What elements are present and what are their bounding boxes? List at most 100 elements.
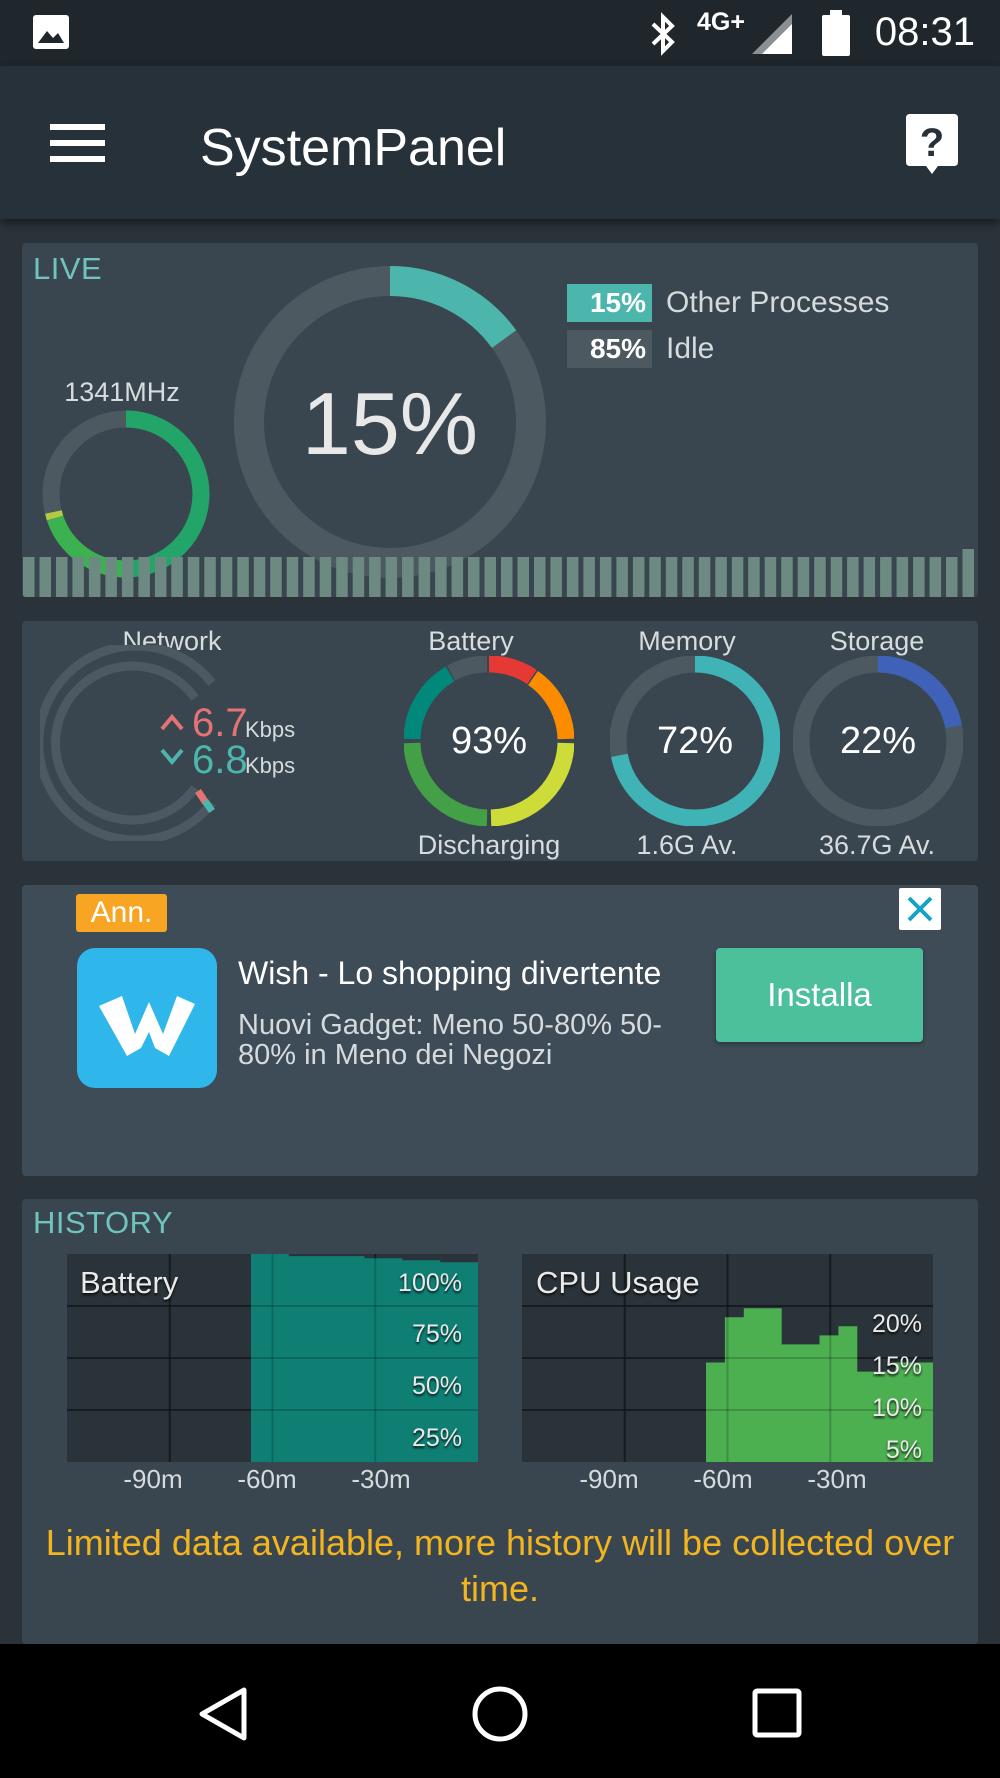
cpu-history-bar bbox=[253, 557, 266, 597]
cpu-history-bar bbox=[781, 557, 793, 597]
legend-idle-value: 85% bbox=[567, 330, 652, 368]
bluetooth-icon bbox=[651, 12, 675, 56]
cpu-history-bar bbox=[616, 557, 628, 597]
cpu-history-bar bbox=[237, 557, 249, 597]
battery-y-tick: 100% bbox=[398, 1269, 462, 1297]
cpu-history-bar bbox=[369, 557, 381, 597]
battery-chart-title: Battery bbox=[80, 1265, 179, 1300]
cpu-history-bar bbox=[863, 557, 876, 597]
cpu-history-bar bbox=[632, 557, 645, 597]
cpu-history-bar bbox=[23, 557, 35, 597]
cpu-history-bar bbox=[187, 557, 200, 597]
cpu-history-bar bbox=[814, 557, 826, 597]
cpu-history-bar bbox=[731, 557, 744, 597]
cpu-history-bar bbox=[929, 557, 942, 597]
cpu-frequency: 1341MHz bbox=[64, 377, 180, 407]
cpu-history-bar bbox=[220, 557, 233, 597]
cpu-history-bar bbox=[830, 557, 843, 597]
cpu-history-bar bbox=[468, 557, 480, 597]
cpu-history-bar bbox=[418, 557, 431, 597]
cpu-history-bar bbox=[913, 557, 925, 597]
storage-available: 36.7G Av. bbox=[818, 830, 936, 860]
cpu-history-bar bbox=[715, 557, 727, 597]
memory-label: Memory bbox=[638, 626, 736, 656]
install-button[interactable]: Installa bbox=[716, 948, 923, 1042]
download-arrow-icon bbox=[160, 748, 184, 766]
cpu-history-bar bbox=[451, 557, 464, 597]
cpu-history-bar bbox=[583, 557, 595, 597]
close-icon[interactable] bbox=[899, 888, 941, 930]
battery-x-tick: -60m bbox=[237, 1464, 297, 1494]
cpu-history-bar bbox=[72, 557, 84, 597]
memory-percent: 72% bbox=[656, 720, 734, 762]
cpu-history-bar bbox=[566, 557, 579, 597]
ad-title[interactable]: Wish - Lo shopping divertente bbox=[238, 955, 661, 992]
menu-icon[interactable] bbox=[50, 124, 105, 164]
cpu-history-bar bbox=[517, 557, 529, 597]
battery-y-tick: 75% bbox=[411, 1320, 462, 1348]
app-bar: SystemPanel ? bbox=[0, 66, 1000, 219]
cpu-history-bar bbox=[946, 557, 958, 597]
cpu-history-bar bbox=[171, 557, 183, 597]
network-type: 4G+ bbox=[697, 8, 745, 36]
cpu-y-tick: 10% bbox=[871, 1394, 922, 1422]
legend-idle-label: Idle bbox=[666, 332, 715, 365]
legend-other-value: 15% bbox=[567, 284, 652, 322]
cpu-history-bar bbox=[665, 557, 678, 597]
cpu-history-bar bbox=[896, 557, 909, 597]
battery-y-tick: 25% bbox=[411, 1424, 462, 1452]
cpu-y-tick: 15% bbox=[871, 1352, 922, 1380]
cpu-history-bar bbox=[138, 557, 150, 597]
cpu-history-bar bbox=[319, 557, 332, 597]
cpu-history-bar bbox=[88, 557, 101, 597]
live-label: LIVE bbox=[33, 251, 103, 286]
cpu-history-bar bbox=[698, 557, 711, 597]
battery-percent: 93% bbox=[450, 720, 528, 762]
cpu-history-bar bbox=[649, 557, 661, 597]
status-bar: 4G+ 08:31 bbox=[0, 0, 1000, 66]
cpu-history-bar bbox=[550, 557, 562, 597]
live-card: LIVE 1341MHz 15% 15% Other Processes 85%… bbox=[22, 243, 978, 597]
cpu-history-bar bbox=[599, 557, 612, 597]
legend-other-label: Other Processes bbox=[666, 286, 890, 319]
cpu-history-bar bbox=[501, 557, 513, 597]
cpu-history-bar bbox=[303, 557, 315, 597]
cpu-history-bar bbox=[204, 557, 216, 597]
cpu-history-bar bbox=[352, 557, 365, 597]
help-icon[interactable]: ? bbox=[906, 114, 958, 176]
history-notice: Limited data available, more history wil… bbox=[45, 1522, 955, 1609]
cpu-history-strip bbox=[23, 549, 974, 597]
cpu-x-tick: -30m bbox=[807, 1464, 867, 1494]
cpu-percent: 15% bbox=[301, 374, 479, 473]
cpu-history-bar bbox=[962, 549, 974, 597]
stats-card: Network 6.7 Kbps 6.8 Kbps Battery 93% Di… bbox=[22, 621, 978, 861]
cpu-x-tick: -60m bbox=[693, 1464, 753, 1494]
wish-app-logo[interactable] bbox=[77, 948, 217, 1088]
battery-y-tick: 50% bbox=[411, 1372, 462, 1400]
cpu-history-bar bbox=[105, 557, 117, 597]
svg-text:?: ? bbox=[920, 121, 944, 165]
cpu-history-bar bbox=[764, 557, 777, 597]
wish-logo-icon bbox=[99, 996, 195, 1056]
cpu-history-bar bbox=[484, 557, 496, 597]
cpu-history-bar bbox=[402, 557, 414, 597]
cpu-y-tick: 5% bbox=[885, 1436, 922, 1464]
memory-available: 1.6G Av. bbox=[636, 830, 738, 860]
battery-icon bbox=[822, 10, 850, 56]
image-icon bbox=[33, 15, 69, 49]
clock: 08:31 bbox=[874, 10, 975, 54]
cpu-y-tick: 20% bbox=[871, 1310, 922, 1338]
signal-icon bbox=[752, 14, 792, 54]
home-icon[interactable] bbox=[470, 1684, 530, 1744]
storage-label: Storage bbox=[829, 626, 925, 656]
cpu-history-bar bbox=[286, 557, 299, 597]
cpu-history-bar bbox=[385, 557, 398, 597]
back-icon[interactable] bbox=[196, 1686, 250, 1742]
battery-x-tick: -90m bbox=[123, 1464, 183, 1494]
cpu-history-bar bbox=[748, 557, 760, 597]
recents-icon[interactable] bbox=[752, 1688, 802, 1738]
upload-arrow-icon bbox=[160, 713, 184, 731]
battery-label: Battery bbox=[428, 626, 514, 656]
app-title: SystemPanel bbox=[200, 119, 507, 177]
cpu-history-bar bbox=[682, 557, 694, 597]
